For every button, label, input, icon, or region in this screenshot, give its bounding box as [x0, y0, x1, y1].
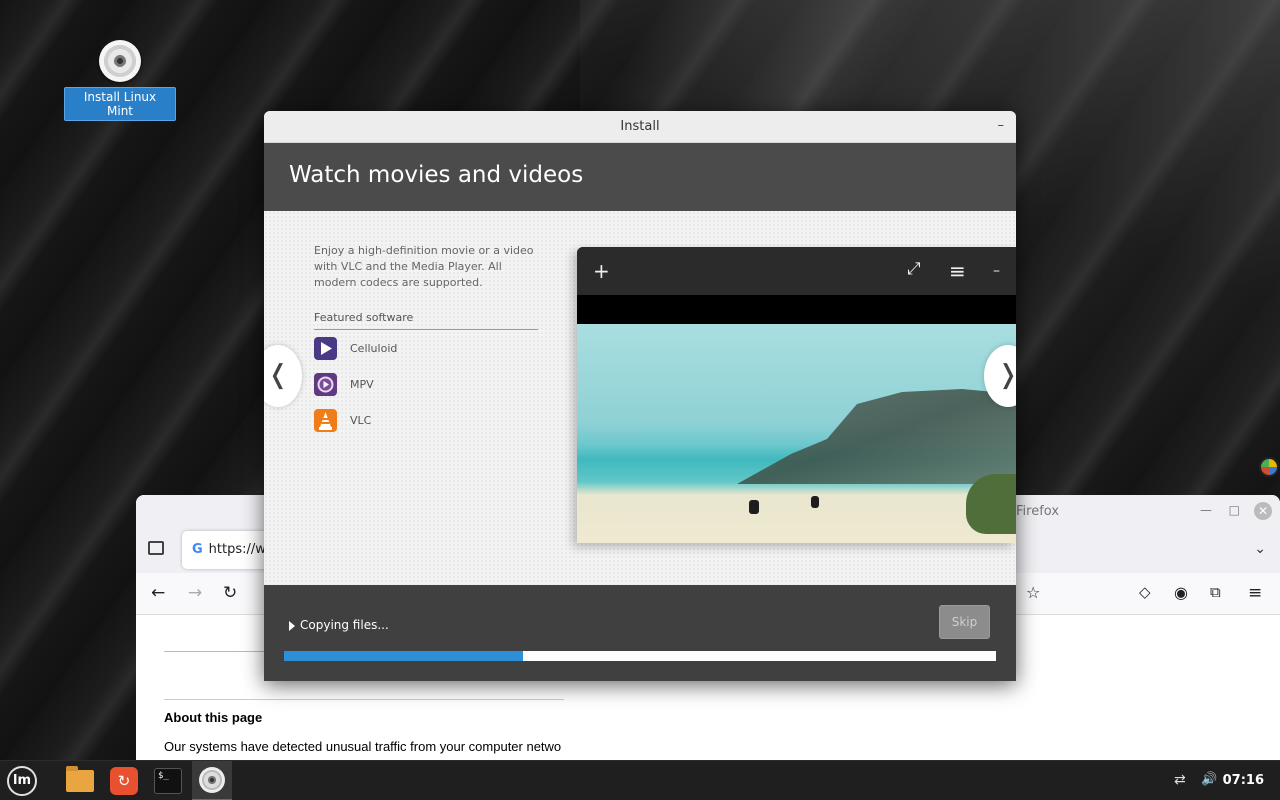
linux-mint-logo-icon: lm [7, 766, 37, 796]
minimize-icon: – [993, 263, 1000, 279]
vlc-icon [314, 409, 337, 432]
taskbar-installer-window[interactable] [192, 761, 232, 800]
slide-text-panel: Enjoy a high-definition movie or a video… [304, 237, 548, 451]
install-progress-fill [284, 651, 523, 661]
forward-arrow-icon[interactable]: → [188, 583, 202, 603]
mpv-icon [314, 373, 337, 396]
install-titlebar: Install – [264, 111, 1016, 143]
disc-icon [99, 40, 141, 82]
account-icon[interactable]: ◉ [1174, 583, 1188, 602]
fullscreen-icon: ⤢ [907, 259, 921, 279]
google-icon: G [192, 542, 203, 557]
divider [164, 699, 564, 700]
panel-applet-icon[interactable] [1259, 457, 1279, 477]
video-frame-beach [577, 324, 1016, 543]
taskbar-terminal-launcher[interactable]: $_ [148, 761, 188, 800]
menu-hamburger-icon[interactable]: ≡ [1248, 583, 1262, 603]
desktop-icon-install-linux-mint[interactable]: Install Linux Mint [64, 40, 176, 121]
add-icon: + [593, 259, 610, 283]
network-icon[interactable]: ⇄ [1174, 772, 1186, 788]
celluloid-icon [314, 337, 337, 360]
tab-overview-icon[interactable] [148, 541, 164, 555]
page-paragraph: Our systems have detected unusual traffi… [164, 739, 562, 754]
install-progress-bar [284, 651, 996, 661]
firefox-close-button[interactable]: ✕ [1254, 502, 1272, 520]
firefox-maximize-button[interactable]: □ [1229, 503, 1240, 517]
app-name: MPV [350, 378, 374, 391]
folder-icon [66, 766, 94, 792]
slide-header: Watch movies and videos [264, 143, 1016, 211]
menu-button[interactable]: lm [2, 761, 42, 800]
firefox-window-title: Firefox [1016, 504, 1060, 519]
horse-rider-image [749, 500, 759, 514]
divider [314, 329, 538, 330]
taskbar: lm ↻ $_ ⇄ 🔊 07:16 [0, 760, 1280, 800]
page-heading: About this page [164, 710, 263, 725]
chevron-down-icon[interactable]: ⌄ [1254, 541, 1266, 557]
previous-slide-button[interactable]: ❬ [264, 345, 302, 407]
clock[interactable]: 07:16 [1223, 773, 1264, 788]
extensions-icon[interactable]: ⧉ [1210, 583, 1221, 601]
video-letterbox [577, 295, 1016, 324]
slide-heading: Watch movies and videos [289, 162, 584, 188]
horse-rider-image [811, 496, 819, 508]
reload-icon[interactable]: ↻ [223, 583, 237, 603]
app-name: Celluloid [350, 342, 398, 355]
skip-button[interactable]: Skip [939, 605, 990, 639]
back-arrow-icon[interactable]: ← [151, 583, 165, 603]
firefox-minimize-button[interactable]: — [1200, 503, 1212, 517]
app-name: VLC [350, 414, 372, 427]
featured-software-label: Featured software [314, 311, 414, 324]
volume-icon[interactable]: 🔊 [1201, 772, 1217, 787]
install-status-text[interactable]: Copying files... [300, 618, 389, 632]
desktop-icon-label: Install Linux Mint [64, 87, 176, 121]
player-headerbar: + ⤢ ≡ – [577, 247, 1016, 295]
disc-icon [199, 767, 225, 793]
install-window-title: Install [620, 119, 660, 134]
install-window: Install – Watch movies and videos Enjoy … [264, 111, 1016, 681]
menu-icon: ≡ [949, 259, 966, 283]
update-manager-icon: ↻ [110, 767, 138, 795]
grass-image [966, 474, 1016, 534]
slide-description: Enjoy a high-definition movie or a video… [314, 244, 534, 289]
url-text: https://w [208, 542, 266, 557]
bookmark-star-icon[interactable]: ☆ [1026, 583, 1040, 602]
taskbar-files-launcher[interactable] [60, 761, 100, 800]
install-footer: Copying files... Skip [264, 585, 1016, 681]
install-minimize-button[interactable]: – [998, 118, 1005, 133]
slideshow-area: Enjoy a high-definition movie or a video… [264, 211, 1016, 585]
terminal-icon: $_ [154, 768, 182, 794]
media-player-preview: + ⤢ ≡ – [577, 247, 1016, 543]
cliff-image [737, 389, 1016, 484]
pocket-icon[interactable]: ◇ [1139, 583, 1151, 601]
taskbar-update-manager-launcher[interactable]: ↻ [104, 761, 144, 800]
expand-details-icon[interactable] [289, 621, 295, 631]
